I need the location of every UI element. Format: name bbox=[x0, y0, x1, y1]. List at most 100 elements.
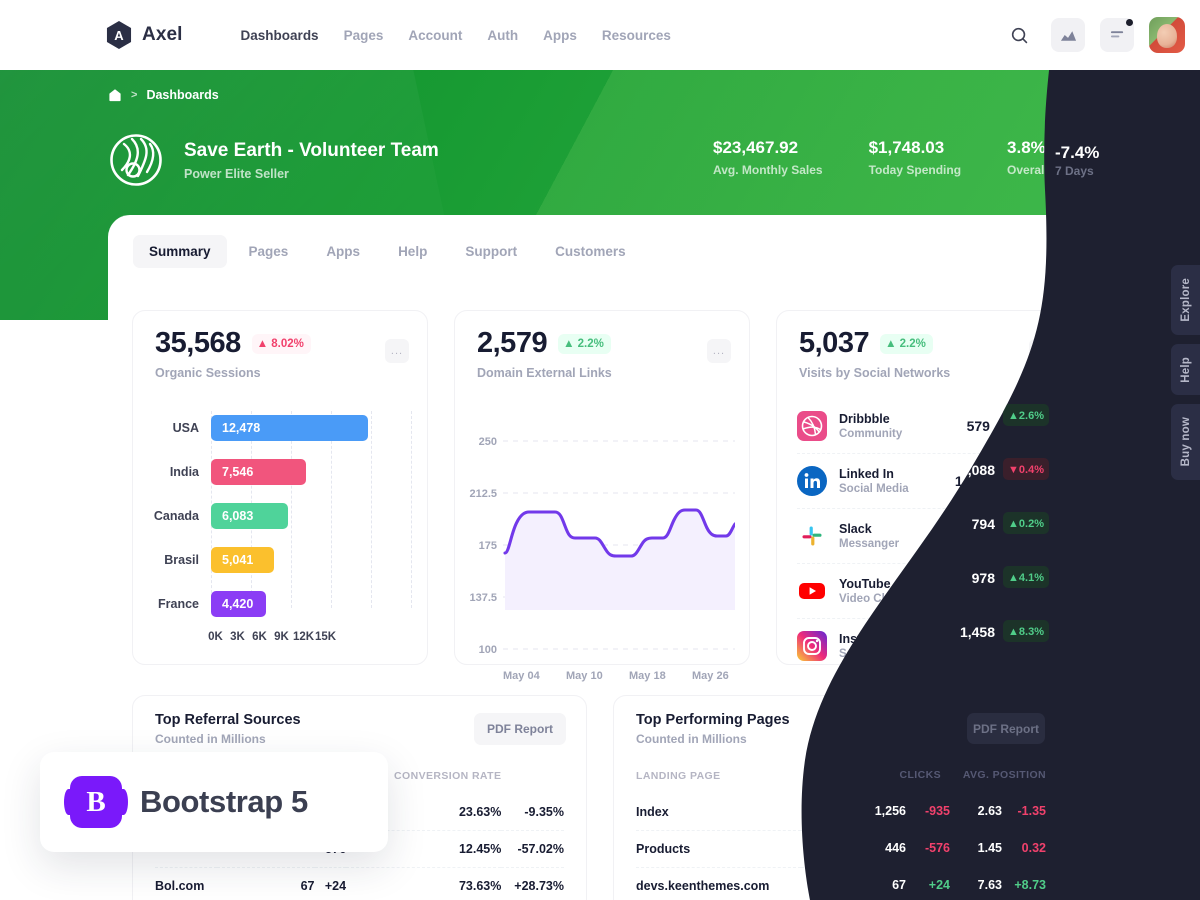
x-tick: 15K bbox=[314, 631, 337, 643]
table-subtitle: Counted in Millions bbox=[155, 732, 266, 746]
social-visits-value: 5,037 bbox=[799, 327, 870, 359]
stat-label: Overall Share bbox=[1007, 163, 1085, 177]
col-conversion-delta bbox=[501, 764, 564, 794]
organic-sessions-bar-chart: USA 12,478 India 7,546 Canada 6,083 Bras… bbox=[133, 411, 429, 656]
cell-impressions: 67 bbox=[217, 867, 315, 900]
side-tab-label: Help bbox=[1179, 356, 1192, 383]
bar-value: 7,546 bbox=[211, 459, 306, 485]
card-menu-button[interactable]: ... bbox=[385, 339, 409, 363]
cell-position: 2.63 bbox=[981, 805, 1006, 819]
nav-item-dashboards[interactable]: Dashboards bbox=[241, 28, 319, 43]
pdf-report-button[interactable]: PDF Report bbox=[955, 713, 1047, 745]
list-item[interactable]: Instagram Social Network 1,458 ▲ 8.3% bbox=[777, 619, 1071, 673]
social-value: 579 bbox=[966, 418, 990, 434]
chart-icon[interactable] bbox=[1051, 18, 1085, 52]
tab-help[interactable]: Help bbox=[382, 235, 443, 268]
social-delta: ▲ 4.1% bbox=[999, 581, 1051, 601]
social-desc: Social Network bbox=[839, 648, 922, 660]
breadcrumb-current[interactable]: Dashboards bbox=[146, 88, 218, 102]
social-desc: Community bbox=[839, 428, 903, 440]
nav-item-apps[interactable]: Apps bbox=[543, 28, 577, 43]
tab-pages[interactable]: Pages bbox=[233, 235, 305, 268]
side-tab-help[interactable]: Help bbox=[1171, 343, 1200, 396]
col-clicks-delta bbox=[852, 764, 883, 794]
nav-item-account[interactable]: Account bbox=[408, 28, 462, 43]
social-name: Instagram bbox=[839, 632, 899, 646]
bar-value: 4,420 bbox=[211, 591, 267, 617]
side-tab-label: Buy now bbox=[1179, 417, 1192, 467]
brand-mark-icon: A bbox=[106, 21, 132, 49]
cell-page: Products bbox=[636, 830, 801, 868]
tab-apps[interactable]: Apps bbox=[310, 235, 376, 268]
list-item[interactable]: YouTube Video Channel 978 ▲ 4.1% bbox=[777, 564, 1071, 618]
social-value: 794 bbox=[966, 528, 990, 544]
table-row[interactable]: Bol.com 67 +24 73.63% +28.73% bbox=[155, 867, 564, 900]
tab-customers[interactable]: Customers bbox=[539, 235, 642, 268]
card-menu-button[interactable]: ... bbox=[1029, 339, 1053, 363]
side-tab-buy-now[interactable]: Buy now bbox=[1171, 404, 1200, 480]
social-desc: Video Channel bbox=[839, 593, 919, 605]
bar-category: France bbox=[158, 597, 199, 611]
stat-today-spending: $1,748.03 Today Spending bbox=[869, 138, 961, 177]
social-value: 1,088 bbox=[954, 473, 990, 489]
social-value: 1,458 bbox=[954, 638, 990, 654]
table-header-row: LANDING PAGE CLICKS AVG. POSITION bbox=[636, 764, 1045, 794]
home-icon[interactable] bbox=[108, 88, 122, 102]
x-tick: May 18 bbox=[629, 670, 666, 682]
side-tab-label: Explore bbox=[1179, 278, 1192, 322]
bootstrap-badge[interactable]: B Bootstrap 5 bbox=[40, 752, 388, 852]
instagram-icon bbox=[797, 631, 827, 661]
table-row[interactable]: Products 446 -576 1.45 0.32 bbox=[636, 830, 1045, 868]
card-subtitle: Organic Sessions bbox=[155, 366, 261, 380]
list-item[interactable]: Slack Messanger 794 ▲ 0.2% bbox=[777, 509, 1071, 563]
col-landing-page: LANDING PAGE bbox=[636, 770, 721, 782]
nav-item-pages[interactable]: Pages bbox=[344, 28, 384, 43]
bar-category: Brasil bbox=[164, 553, 199, 567]
table-subtitle: Counted in Millions bbox=[636, 732, 747, 746]
stat-label: Today Spending bbox=[868, 163, 962, 177]
stat-avg-monthly-sales: $23,467.92 Avg. Monthly Sales bbox=[713, 138, 823, 177]
social-delta: ▼ 0.4% bbox=[999, 471, 1051, 491]
side-tab-explore[interactable]: Explore bbox=[1171, 265, 1200, 335]
external-links-area-chart: 250 212.5 175 137.5 100 May 04 May 10 Ma… bbox=[455, 416, 751, 682]
brand-logo[interactable]: A Axel bbox=[105, 21, 183, 49]
social-desc: Social Media bbox=[839, 483, 909, 495]
organic-sessions-value: 35,568 bbox=[155, 327, 241, 359]
card-header: 2,579 ▲ 2.2% bbox=[477, 327, 611, 360]
notifications-icon[interactable] bbox=[1100, 18, 1134, 52]
social-name: Dribbble bbox=[839, 412, 890, 426]
cell-clicks-delta: +24 bbox=[852, 867, 884, 900]
avatar[interactable] bbox=[1149, 17, 1185, 53]
main-menu: Dashboards Pages Account Auth Apps Resou… bbox=[241, 28, 671, 43]
table-row[interactable]: Index 1,256 -935 2.63 -1.35 bbox=[636, 794, 1045, 831]
nav-item-resources[interactable]: Resources bbox=[602, 28, 671, 43]
bar-category: USA bbox=[172, 421, 199, 435]
list-item[interactable]: Dribbble Community 579 ▲ 2.6% bbox=[777, 399, 1071, 453]
cell-position-delta: +8.73 bbox=[1005, 867, 1045, 900]
cell-rate-delta: -57.02% bbox=[501, 830, 564, 868]
card-subtitle: Domain External Links bbox=[477, 366, 612, 380]
pdf-report-button[interactable]: PDF Report bbox=[474, 713, 566, 745]
bootstrap-logo-icon: B bbox=[64, 776, 128, 828]
card-menu-button[interactable]: ... bbox=[707, 339, 731, 363]
stat-value: 3.8% bbox=[1007, 138, 1046, 157]
social-value: 978 bbox=[966, 583, 990, 599]
social-visits-delta: ▲ 2.2% bbox=[880, 333, 933, 354]
dribbble-icon bbox=[797, 411, 827, 441]
table-row[interactable]: devs.keenthemes.com 67 +24 7.63 +8.73 bbox=[636, 867, 1045, 900]
tab-support[interactable]: Support bbox=[449, 235, 533, 268]
bar-chart-x-axis: 0K 3K 6K 9K 12K 15K bbox=[133, 631, 429, 643]
tab-summary[interactable]: Summary bbox=[133, 235, 227, 268]
col-clicks: CLICKS bbox=[810, 770, 853, 782]
col-position-delta bbox=[1006, 764, 1045, 794]
search-icon[interactable] bbox=[1002, 18, 1036, 52]
col-avg-position: AVG. POSITION bbox=[922, 770, 1006, 782]
bar-category: India bbox=[169, 465, 199, 479]
list-item[interactable]: Linked In Social Media 1,088 ▼ 0.4% bbox=[777, 454, 1071, 508]
nav-item-auth[interactable]: Auth bbox=[487, 28, 518, 43]
cell-position-delta: -1.35 bbox=[1016, 805, 1046, 819]
card-subtitle: Visits by Social Networks bbox=[799, 366, 951, 380]
y-tick: 250 bbox=[478, 436, 497, 448]
pages-table: LANDING PAGE CLICKS AVG. POSITION Index … bbox=[636, 764, 1045, 900]
card-social-networks: 5,037 ▲ 2.2% Visits by Social Networks .… bbox=[776, 310, 1072, 665]
